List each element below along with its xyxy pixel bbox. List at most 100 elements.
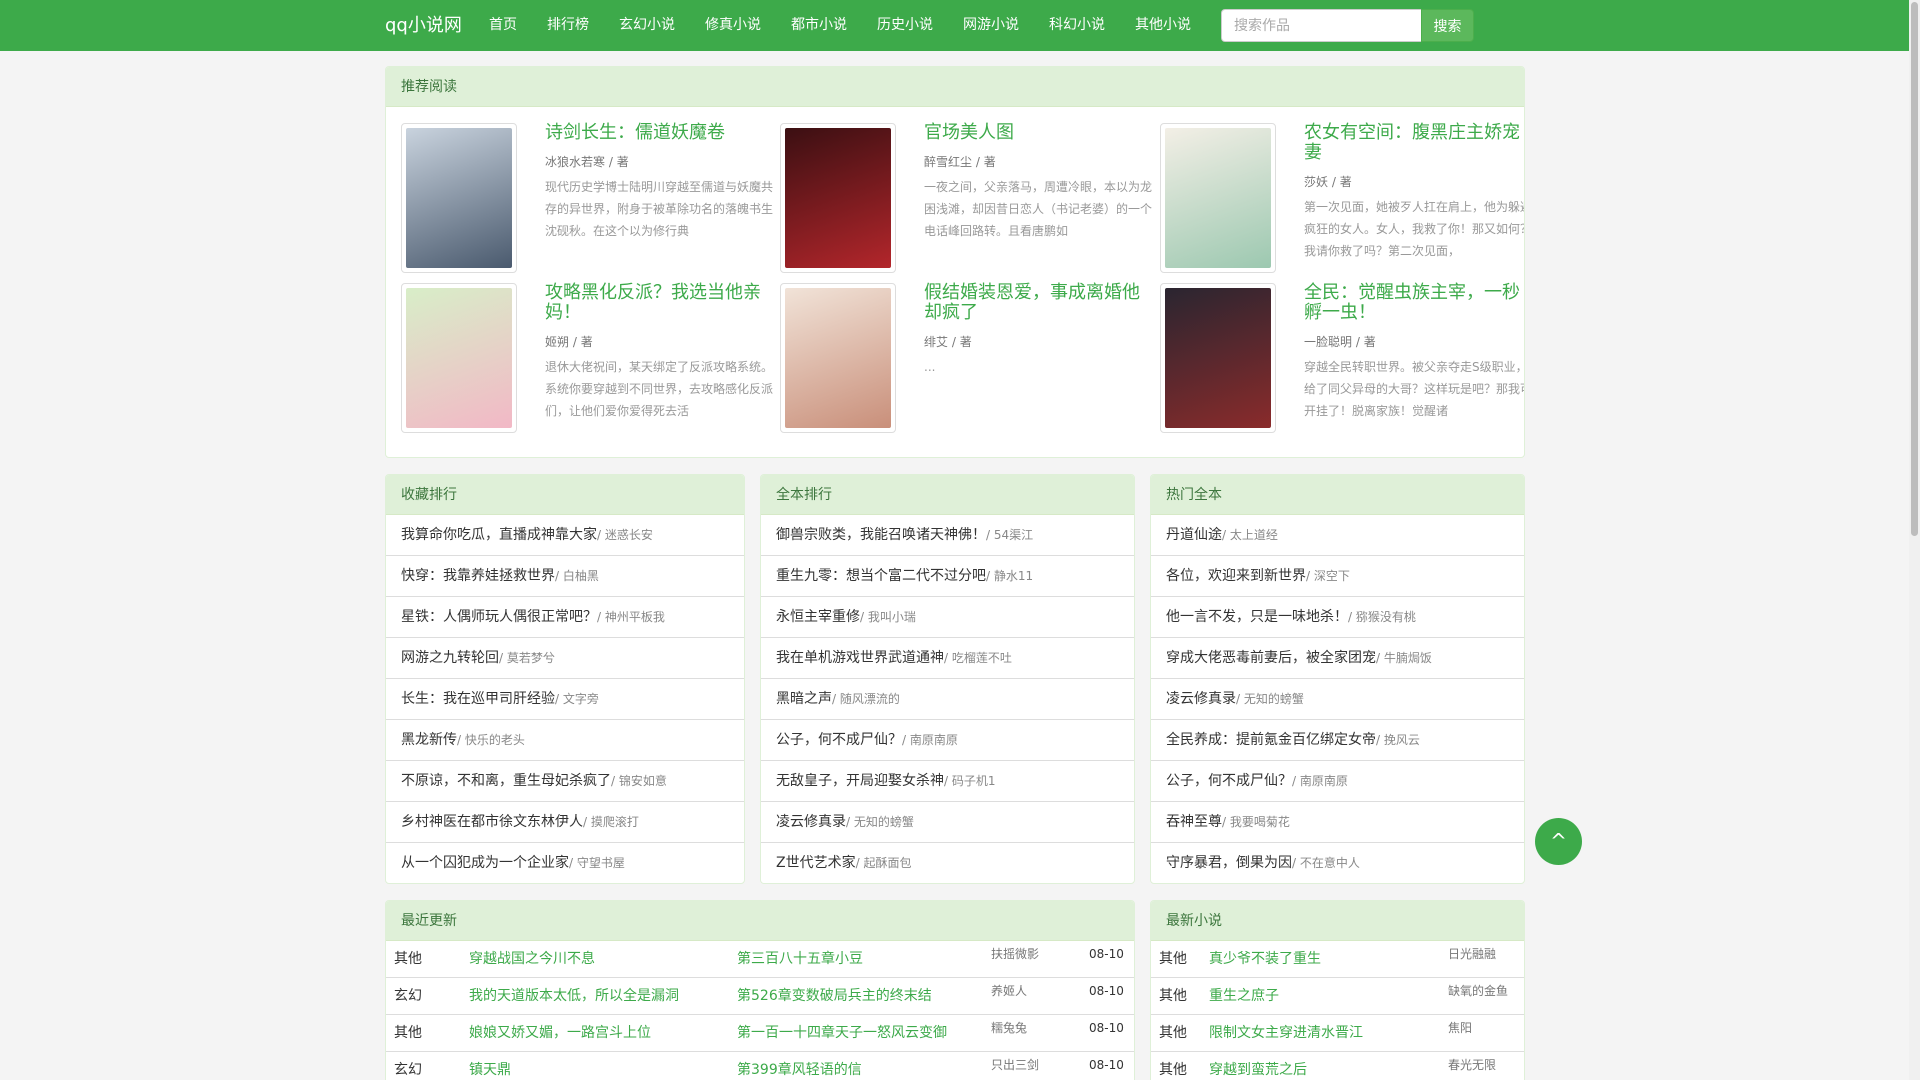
book-cover[interactable] — [401, 123, 517, 273]
rank-book-link[interactable]: 他一言不发，只是一味地杀！ — [1166, 609, 1348, 625]
rank-book-link[interactable]: 星铁：人偶师玩人偶很正常吧？ — [401, 609, 597, 625]
update-category: 玄幻 — [394, 988, 422, 1004]
newest-book-link[interactable]: 穿越到蛮荒之后 — [1209, 1052, 1307, 1080]
author-suffix: / 著 — [1331, 175, 1352, 189]
update-date: 08-10 — [1089, 984, 1124, 998]
rank-book-link[interactable]: 公子，何不成尸仙？ — [1166, 773, 1292, 789]
rank-book-link[interactable]: 黑龙新传 — [401, 732, 457, 748]
favorites-rank-panel: 收藏排行 我算命你吃瓜，直播成神靠大家/ 迷惑长安 快穿：我靠养娃拯救世界/ 白柚… — [385, 474, 745, 884]
update-book-link[interactable]: 我的天道版本太低，所以全是漏洞 — [469, 978, 679, 1014]
rank-book-link[interactable]: 永恒主宰重修 — [776, 609, 860, 625]
book-title-link[interactable]: 全民：觉醒虫族主宰，一秒孵一虫！ — [1304, 283, 1524, 323]
book-description: 现代历史学博士陆明川穿越至儒道与妖魔共存的异世界，附身于被革除功名的落魄书生沈砚… — [545, 180, 773, 238]
rank-author: / 无知的螃蟹 — [1236, 692, 1304, 706]
nav-ranking[interactable]: 排行榜 — [547, 0, 589, 51]
rank-book-link[interactable]: 网游之九转轮回 — [401, 650, 499, 666]
nav-kehuan[interactable]: 科幻小说 — [1049, 0, 1105, 51]
update-row: 玄幻 我的天道版本太低，所以全是漏洞 第526章变数破局兵主的终末结 养姬人 08-10 — [386, 978, 1134, 1015]
rank-book-link[interactable]: 长生：我在巡甲司肝经验 — [401, 691, 555, 707]
cover-image — [406, 288, 512, 428]
update-chapter-link[interactable]: 第一百一十四章天子一怒风云变御 — [737, 1015, 947, 1051]
rank-book-link[interactable]: 丹道仙途 — [1166, 527, 1222, 543]
rank-book-link[interactable]: 不原谅，不和离，重生母妃杀疯了 — [401, 773, 611, 789]
book-author: 姬朔 / 著 — [545, 333, 593, 350]
rank-row: 吞神至尊/ 我要喝菊花 — [1151, 802, 1524, 843]
nav-xuanhuan[interactable]: 玄幻小说 — [619, 0, 675, 51]
update-book-link[interactable]: 镇天鼎 — [469, 1052, 511, 1080]
cover-image — [1165, 288, 1271, 428]
rank-row: 网游之九转轮回/ 莫若梦兮 — [386, 638, 744, 679]
book-description: 穿越全民转职世界。被父亲夺走S级职业，给了同父异母的大哥？这样玩是吧？那我可开挂… — [1304, 360, 1525, 418]
rank-book-link[interactable]: 全民养成：提前氪金百亿绑定女帝 — [1166, 732, 1376, 748]
rank-book-link[interactable]: 我算命你吃瓜，直播成神靠大家 — [401, 527, 597, 543]
nav-home[interactable]: 首页 — [489, 0, 517, 51]
scrollbar-thumb[interactable] — [1911, 2, 1918, 536]
book-cover[interactable] — [1160, 123, 1276, 273]
rank-book-link[interactable]: 凌云修真录 — [776, 814, 846, 830]
favorites-rank-title: 收藏排行 — [386, 475, 744, 515]
book-title-link[interactable]: 假结婚装恩爱，事成离婚他却疯了 — [924, 283, 1152, 323]
update-book-link[interactable]: 娘娘又娇又媚，一路宫斗上位 — [469, 1015, 651, 1051]
update-chapter-link[interactable]: 第三百八十五章小豆 — [737, 941, 863, 977]
newest-book-link[interactable]: 真少爷不装了重生 — [1209, 941, 1321, 977]
book-cover[interactable] — [780, 283, 896, 433]
rank-book-link[interactable]: 乡村神医在都市徐文东林伊人 — [401, 814, 583, 830]
update-row: 其他 穿越战国之今川不息 第三百八十五章小豆 扶摇微影 08-10 — [386, 941, 1134, 978]
nav-xiuzhen[interactable]: 修真小说 — [705, 0, 761, 51]
rank-author: / 吃榴莲不吐 — [944, 651, 1012, 665]
rank-book-link[interactable]: 守序暴君，倒果为因 — [1166, 855, 1292, 871]
book-cover[interactable] — [401, 283, 517, 433]
newest-book-link[interactable]: 限制文女主穿进清水晋江 — [1209, 1015, 1363, 1051]
book-cover[interactable] — [780, 123, 896, 273]
rank-author: / 静水11 — [986, 569, 1034, 583]
newest-book-link[interactable]: 重生之庶子 — [1209, 978, 1279, 1014]
rank-book-link[interactable]: 我在单机游戏世界武道通神 — [776, 650, 944, 666]
book-title-link[interactable]: 诗剑长生：儒道妖魔卷 — [545, 123, 773, 143]
update-date: 08-10 — [1089, 1021, 1124, 1035]
recent-updates-panel: 最近更新 其他 穿越战国之今川不息 第三百八十五章小豆 扶摇微影 08-10 玄幻 我的天道… — [385, 900, 1135, 1080]
rank-book-link[interactable]: 从一个囚犯成为一个企业家 — [401, 855, 569, 871]
rank-author: / 摸爬滚打 — [583, 815, 639, 829]
rank-row: 黑龙新传/ 快乐的老头 — [386, 720, 744, 761]
complete-rank-panel: 全本排行 御兽宗败类，我能召唤诸天神佛！/ 54渠江 重生九零：想当个富二代不过分… — [760, 474, 1135, 884]
rank-author: / 我叫小瑞 — [860, 610, 916, 624]
book-cover[interactable] — [1160, 283, 1276, 433]
rank-book-link[interactable]: 重生九零：想当个富二代不过分吧 — [776, 568, 986, 584]
update-chapter-link[interactable]: 第399章风轻语的信 — [737, 1052, 862, 1080]
book-title-link[interactable]: 官场美人图 — [924, 123, 1152, 143]
book-title-link[interactable]: 农女有空间：腹黑庄主娇宠妻 — [1304, 123, 1524, 163]
rank-book-link[interactable]: Z世代艺术家 — [776, 855, 856, 871]
rank-author: / 快乐的老头 — [457, 733, 525, 747]
nav-qita[interactable]: 其他小说 — [1135, 0, 1191, 51]
rank-book-link[interactable]: 无敌皇子，开局迎娶女杀神 — [776, 773, 944, 789]
rank-book-link[interactable]: 黑暗之声 — [776, 691, 832, 707]
update-row: 玄幻 镇天鼎 第399章风轻语的信 只出三剑 08-10 — [386, 1052, 1134, 1080]
newest-category: 其他 — [1159, 1062, 1187, 1078]
book-title-link[interactable]: 攻略黑化反派？我选当他亲妈！ — [545, 283, 773, 323]
nav-wangyou[interactable]: 网游小说 — [963, 0, 1019, 51]
rank-book-link[interactable]: 穿成大佬恶毒前妻后，被全家团宠 — [1166, 650, 1376, 666]
rank-book-link[interactable]: 吞神至尊 — [1166, 814, 1222, 830]
rank-book-link[interactable]: 公子，何不成尸仙？ — [776, 732, 902, 748]
update-book-link[interactable]: 穿越战国之今川不息 — [469, 941, 595, 977]
search-button[interactable]: 搜索 — [1421, 9, 1474, 42]
rank-book-link[interactable]: 凌云修真录 — [1166, 691, 1236, 707]
favorites-rank-list: 我算命你吃瓜，直播成神靠大家/ 迷惑长安 快穿：我靠养娃拯救世界/ 白柚黑 星铁：人… — [386, 515, 744, 883]
complete-rank-list: 御兽宗败类，我能召唤诸天神佛！/ 54渠江 重生九零：想当个富二代不过分吧/ 静水… — [761, 515, 1134, 883]
rank-author: / 起酥面包 — [855, 856, 912, 870]
update-date: 08-10 — [1089, 1058, 1124, 1072]
nav-dushi[interactable]: 都市小说 — [791, 0, 847, 51]
update-chapter-link[interactable]: 第526章变数破局兵主的终末结 — [737, 978, 932, 1014]
rank-book-link[interactable]: 快穿：我靠养娃拯救世界 — [401, 568, 555, 584]
newest-novels-table: 其他 真少爷不装了重生 日光融融 其他 重生之庶子 缺氧的金鱼 其他 限制文女主穿进清水晋江焦… — [1151, 941, 1524, 1080]
page-scrollbar[interactable] — [1909, 0, 1920, 1080]
rank-book-link[interactable]: 各位，欢迎来到新世界 — [1166, 568, 1306, 584]
nav-lishi[interactable]: 历史小说 — [877, 0, 933, 51]
site-logo[interactable]: qq小说网 — [385, 0, 462, 51]
author-suffix: / 著 — [975, 155, 996, 169]
search-input[interactable] — [1221, 9, 1422, 42]
update-author: 养姬人 — [991, 984, 1028, 998]
rank-book-link[interactable]: 御兽宗败类，我能召唤诸天神佛！ — [776, 527, 986, 543]
rank-author: / 锦安如意 — [611, 774, 667, 788]
back-to-top-button[interactable]: ^ — [1535, 818, 1582, 865]
